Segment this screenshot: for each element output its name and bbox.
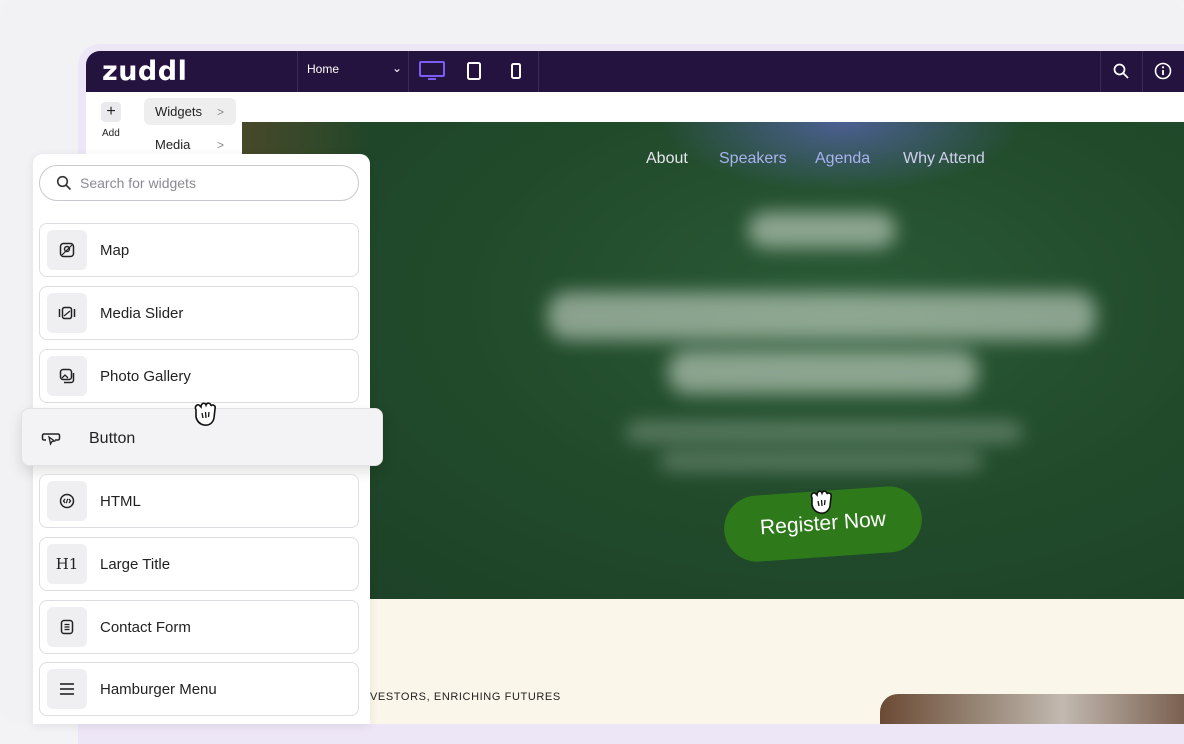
toolbar-divider	[408, 51, 409, 92]
editor-topbar	[86, 51, 1184, 92]
widget-card-hamburger-menu[interactable]: Hamburger Menu	[39, 662, 359, 716]
desktop-view-button[interactable]	[416, 56, 448, 86]
section-photo	[880, 694, 1184, 724]
nav-link-why-attend[interactable]: Why Attend	[903, 150, 985, 168]
widget-card-contact-form[interactable]: Contact Form	[39, 600, 359, 654]
widget-label: HTML	[100, 493, 141, 510]
blurred-heading-line-1	[548, 292, 1096, 340]
toolbar-divider	[297, 51, 298, 92]
widget-search[interactable]	[39, 165, 359, 201]
hamburger-menu-icon	[47, 669, 87, 709]
blurred-description-line-2	[660, 452, 982, 470]
widget-card-photo-gallery[interactable]: Photo Gallery	[39, 349, 359, 403]
search-button[interactable]	[1108, 58, 1134, 84]
zuddl-logo: zuddl	[102, 56, 188, 87]
widget-label: Map	[100, 242, 130, 259]
chevron-right-icon: >	[216, 104, 224, 119]
grab-cursor-icon	[194, 402, 216, 426]
info-button[interactable]	[1150, 58, 1176, 84]
search-icon	[1113, 63, 1129, 79]
widget-label: Button	[89, 430, 136, 447]
button-icon	[40, 428, 62, 448]
info-icon	[1154, 62, 1172, 80]
desktop-icon	[419, 61, 445, 80]
tablet-view-button[interactable]	[458, 56, 490, 86]
widget-card-html[interactable]: HTML	[39, 474, 359, 528]
chevron-down-icon: ⌄	[392, 61, 403, 75]
nav-link-agenda[interactable]: Agenda	[815, 150, 870, 168]
category-label: Widgets	[155, 104, 202, 119]
widget-card-map[interactable]: Map	[39, 223, 359, 277]
widget-label: Contact Form	[100, 619, 191, 636]
canvas-top-strip	[242, 92, 1184, 122]
contact-form-icon	[47, 607, 87, 647]
category-label: Media	[155, 137, 191, 152]
widget-label: Hamburger Menu	[100, 681, 217, 698]
widget-label: Media Slider	[100, 305, 184, 322]
large-title-glyph: H1	[55, 555, 79, 573]
toolbar-divider	[1142, 51, 1143, 92]
mobile-view-button[interactable]	[500, 56, 532, 86]
media-slider-icon	[47, 293, 87, 333]
add-button[interactable]: +	[101, 102, 121, 122]
blurred-heading-line-2	[668, 350, 978, 394]
widget-search-input[interactable]	[78, 174, 332, 192]
search-icon	[56, 175, 72, 191]
widget-card-large-title[interactable]: H1 Large Title	[39, 537, 359, 591]
widget-label: Large Title	[100, 556, 171, 573]
grab-cursor-icon	[810, 490, 832, 514]
section-tagline: VESTORS, ENRICHING FUTURES	[370, 691, 561, 703]
nav-link-about[interactable]: About	[646, 150, 688, 168]
plus-icon: +	[106, 103, 116, 120]
toolbar-divider	[538, 51, 539, 92]
mobile-icon	[511, 63, 521, 79]
category-widgets[interactable]: Widgets >	[144, 98, 236, 125]
tablet-icon	[467, 62, 481, 80]
page-select-value: Home	[307, 62, 340, 76]
photo-gallery-icon	[47, 356, 87, 396]
chevron-right-icon: >	[216, 137, 224, 152]
large-title-icon: H1	[47, 544, 87, 584]
blurred-subtitle	[748, 212, 896, 248]
widget-label: Photo Gallery	[100, 368, 191, 385]
widget-card-media-slider[interactable]: Media Slider	[39, 286, 359, 340]
toolbar-divider	[1100, 51, 1101, 92]
map-icon	[47, 230, 87, 270]
add-label: Add	[102, 128, 120, 139]
blurred-description-line-1	[626, 422, 1022, 442]
nav-link-speakers[interactable]: Speakers	[719, 150, 787, 168]
html-icon	[47, 481, 87, 521]
